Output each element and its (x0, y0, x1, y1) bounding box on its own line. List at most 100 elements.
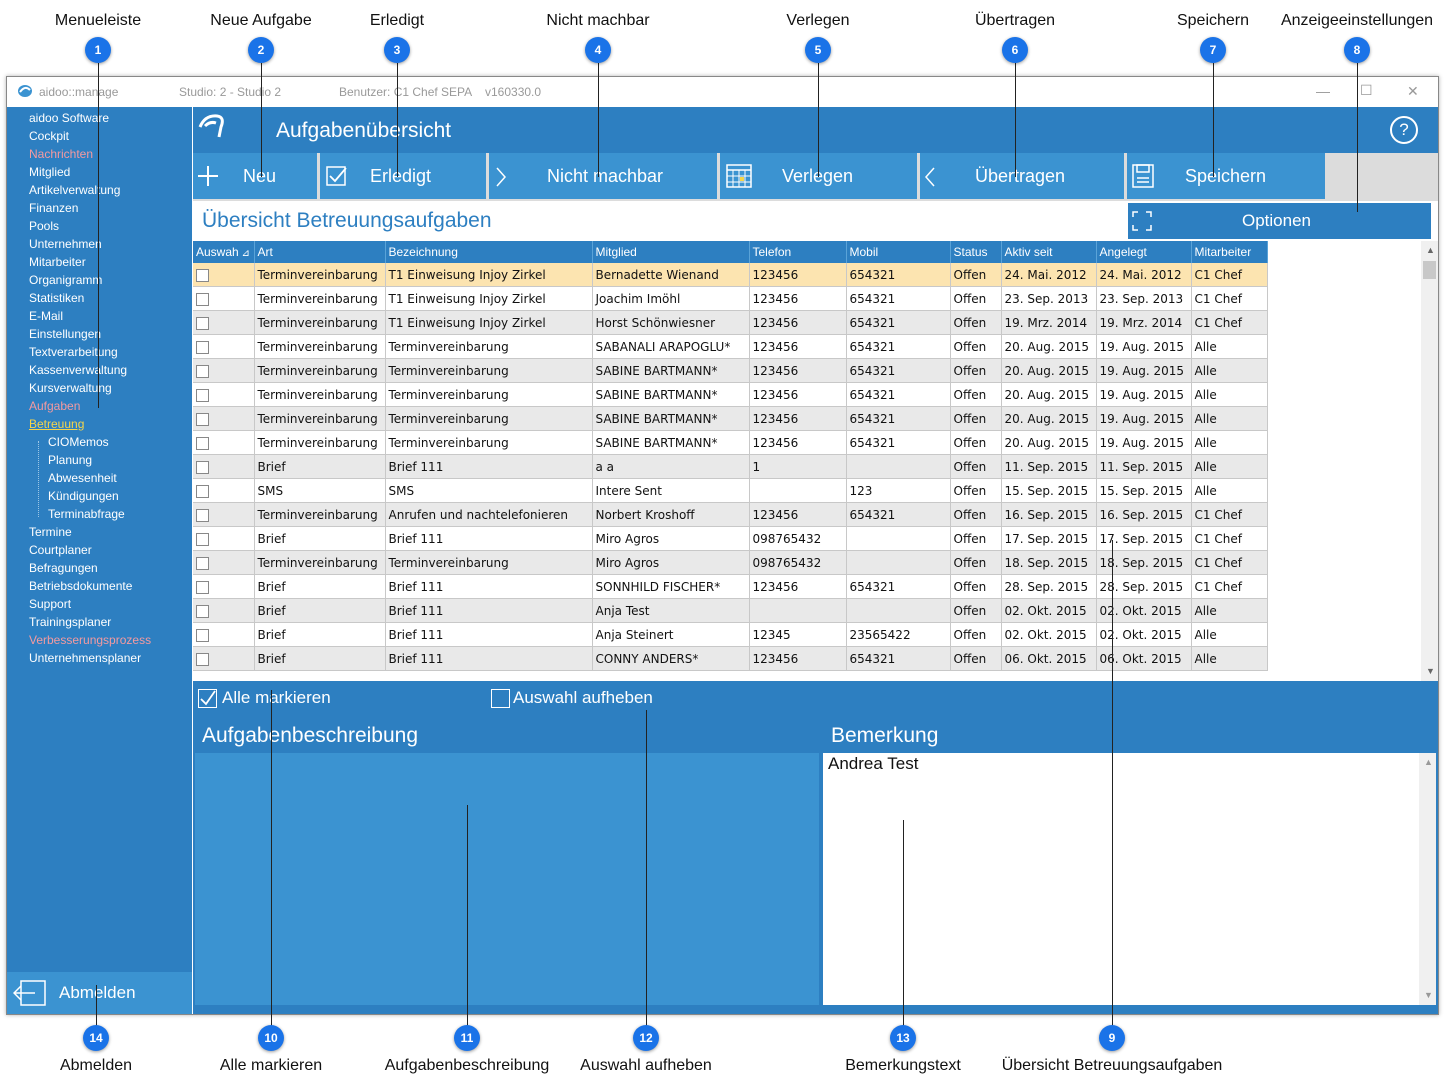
row-select-cell[interactable] (193, 502, 255, 527)
sidebar-item[interactable]: Artikelverwaltung (29, 183, 120, 197)
row-select-cell[interactable] (193, 382, 255, 407)
row-checkbox[interactable] (196, 604, 209, 618)
table-row[interactable]: Brief Brief 111 Miro Agros 098765432 Offen 17… (193, 526, 1268, 551)
sidebar-item[interactable]: Abwesenheit (48, 471, 117, 485)
sidebar-item[interactable]: Kündigungen (48, 489, 119, 503)
row-checkbox[interactable] (196, 628, 209, 642)
logout-button[interactable]: Abmelden (7, 972, 192, 1014)
row-select-cell[interactable] (193, 646, 255, 671)
table-row[interactable]: Brief Brief 111 a a 1 Offen 11. Sep. 2015 11. … (193, 454, 1268, 479)
select-all-checkbox[interactable] (198, 689, 217, 708)
row-checkbox[interactable] (196, 580, 209, 594)
row-checkbox[interactable] (196, 556, 209, 570)
scroll-down-icon[interactable]: ▼ (1426, 666, 1435, 676)
deselect-label[interactable]: Auswahl aufheben (513, 688, 653, 708)
sidebar-item[interactable]: Trainingsplaner (29, 615, 111, 629)
row-select-cell[interactable] (193, 263, 255, 287)
row-select-cell[interactable] (193, 454, 255, 479)
sidebar-item[interactable]: Befragungen (29, 561, 98, 575)
sidebar-item[interactable]: Nachrichten (29, 147, 93, 161)
sidebar-item[interactable]: Finanzen (29, 201, 78, 215)
close-button[interactable]: ✕ (1407, 83, 1419, 100)
row-select-cell[interactable] (193, 334, 255, 359)
done-button[interactable]: Erledigt (320, 153, 486, 199)
sidebar-item[interactable]: Organigramm (29, 273, 102, 287)
save-button[interactable]: Speichern (1127, 153, 1325, 199)
table-row[interactable]: Terminvereinbarung Anrufen und nachtelefo… (193, 502, 1268, 527)
sidebar-item[interactable]: Cockpit (29, 129, 69, 143)
sidebar-item[interactable]: Unternehmensplaner (29, 651, 141, 665)
row-checkbox[interactable] (196, 532, 209, 546)
table-row[interactable]: Brief Brief 111 Anja Test Offen 02. Okt. 201… (193, 598, 1268, 623)
row-checkbox[interactable] (196, 388, 209, 402)
transfer-button[interactable]: Übertragen (920, 153, 1124, 199)
table-row[interactable]: Terminvereinbarung T1 Einweisung Injoy Zi… (193, 263, 1268, 287)
column-header[interactable]: Angelegt (1096, 241, 1192, 263)
remark-field[interactable]: Andrea Test (823, 753, 1419, 1005)
table-row[interactable]: Terminvereinbarung Terminvereinbarung Miro… (193, 550, 1268, 575)
table-row[interactable]: SMS SMS Intere Sent 123 Offen 15. Sep. 2015 15… (193, 478, 1268, 503)
row-select-cell[interactable] (193, 550, 255, 575)
table-row[interactable]: Terminvereinbarung T1 Einweisung Injoy Zi… (193, 286, 1268, 311)
table-row[interactable]: Brief Brief 111 SONNHILD FISCHER* 123456 654… (193, 574, 1268, 599)
maximize-button[interactable]: ☐ (1360, 82, 1373, 99)
sidebar-item[interactable]: Termine (29, 525, 72, 539)
column-header[interactable]: Status (950, 241, 1002, 263)
remark-scroll-up-icon[interactable]: ▲ (1424, 757, 1433, 767)
row-checkbox[interactable] (196, 268, 209, 282)
table-row[interactable]: Brief Brief 111 Anja Steinert 12345 23565422… (193, 622, 1268, 647)
new-task-button[interactable]: Neu (193, 153, 317, 199)
sidebar-item[interactable]: Pools (29, 219, 59, 233)
row-checkbox[interactable] (196, 460, 209, 474)
column-header[interactable]: Auswah ⊿ (193, 241, 255, 263)
sidebar-item[interactable]: Mitarbeiter (29, 255, 86, 269)
row-select-cell[interactable] (193, 286, 255, 311)
sidebar-item[interactable]: Mitglied (29, 165, 70, 179)
sidebar-item[interactable]: Betreuung (29, 417, 84, 431)
minimize-button[interactable]: — (1316, 83, 1330, 99)
scroll-up-icon[interactable]: ▲ (1426, 245, 1435, 255)
column-header[interactable]: Art (254, 241, 386, 263)
sidebar-item[interactable]: Aufgaben (29, 399, 80, 413)
sidebar-item[interactable]: Textverarbeitung (29, 345, 118, 359)
row-select-cell[interactable] (193, 430, 255, 455)
sidebar-item[interactable]: Unternehmen (29, 237, 102, 251)
table-row[interactable]: Terminvereinbarung Terminvereinbarung SABI… (193, 406, 1268, 431)
sidebar-item[interactable]: Courtplaner (29, 543, 92, 557)
options-button[interactable]: Optionen (1128, 203, 1431, 239)
row-select-cell[interactable] (193, 574, 255, 599)
row-select-cell[interactable] (193, 358, 255, 383)
table-row[interactable]: Terminvereinbarung T1 Einweisung Injoy Zi… (193, 310, 1268, 335)
column-header[interactable]: Mitarbeiter (1191, 241, 1268, 263)
scroll-thumb[interactable] (1423, 261, 1436, 279)
sidebar-item[interactable]: Terminabfrage (48, 507, 125, 521)
row-select-cell[interactable] (193, 478, 255, 503)
sidebar-item[interactable]: CIOMemos (48, 435, 109, 449)
column-header[interactable]: Mitglied (592, 241, 750, 263)
row-checkbox[interactable] (196, 412, 209, 426)
sidebar-item[interactable]: Planung (48, 453, 92, 467)
table-scrollbar[interactable]: ▲ ▼ (1421, 241, 1438, 681)
row-checkbox[interactable] (196, 436, 209, 450)
row-checkbox[interactable] (196, 292, 209, 306)
row-checkbox[interactable] (196, 340, 209, 354)
table-row[interactable]: Terminvereinbarung Terminvereinbarung SABA… (193, 334, 1268, 359)
remark-scrollbar[interactable]: ▲ ▼ (1419, 753, 1436, 1005)
sidebar-item[interactable]: E-Mail (29, 309, 63, 323)
table-row[interactable]: Terminvereinbarung Terminvereinbarung SABI… (193, 430, 1268, 455)
column-header[interactable]: Bezeichnung (385, 241, 593, 263)
row-checkbox[interactable] (196, 364, 209, 378)
not-feasible-button[interactable]: Nicht machbar (489, 153, 717, 199)
sidebar-item[interactable]: Kassenverwaltung (29, 363, 127, 377)
row-checkbox[interactable] (196, 508, 209, 522)
column-header[interactable]: Telefon (749, 241, 847, 263)
table-row[interactable]: Terminvereinbarung Terminvereinbarung SABI… (193, 358, 1268, 383)
row-checkbox[interactable] (196, 652, 209, 666)
select-all-label[interactable]: Alle markieren (222, 688, 331, 708)
sidebar-item[interactable]: Verbesserungsprozess (29, 633, 151, 647)
row-select-cell[interactable] (193, 526, 255, 551)
row-select-cell[interactable] (193, 598, 255, 623)
row-checkbox[interactable] (196, 316, 209, 330)
sidebar-item[interactable]: Einstellungen (29, 327, 101, 341)
row-checkbox[interactable] (196, 484, 209, 498)
